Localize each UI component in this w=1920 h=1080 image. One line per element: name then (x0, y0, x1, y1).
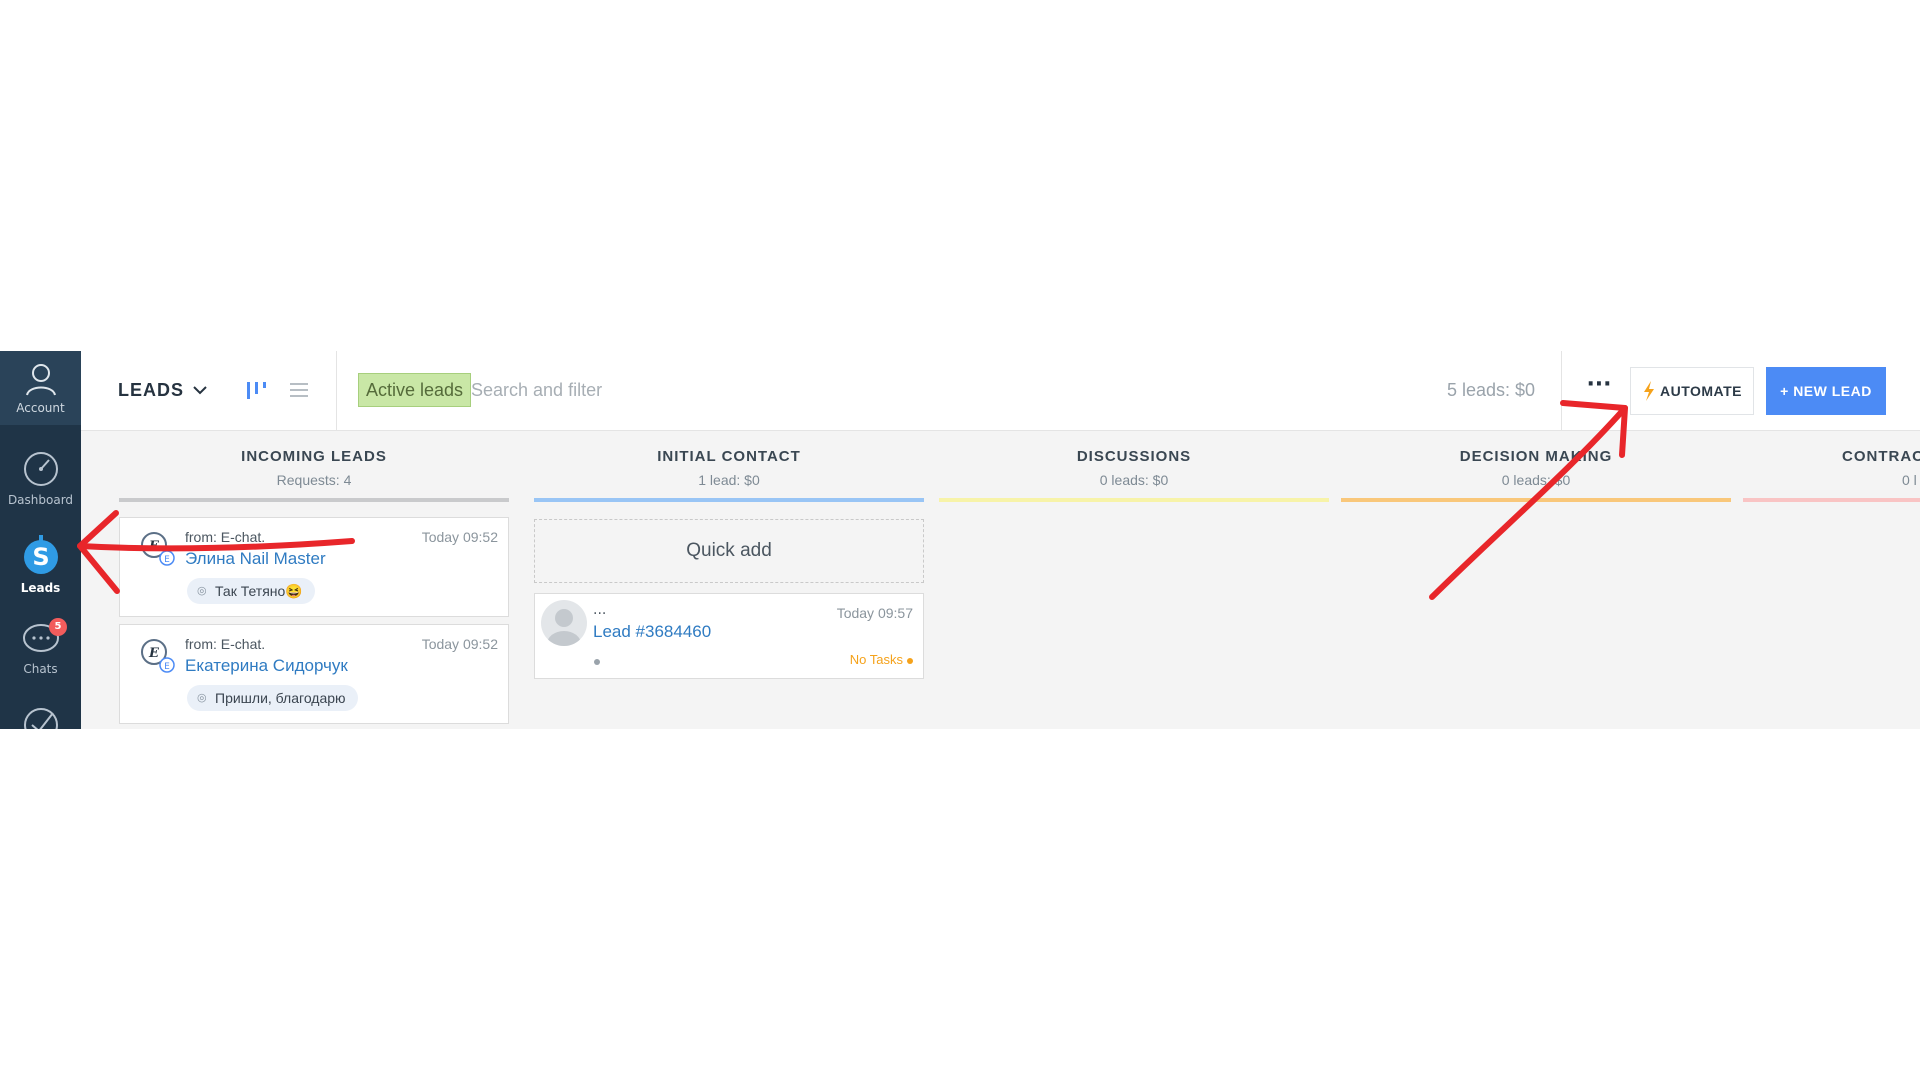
lead-source: from: E-chat. (185, 636, 266, 652)
account-icon (25, 364, 56, 396)
sidebar-item-tasks[interactable] (0, 705, 81, 729)
new-lead-label: + NEW LEAD (1780, 383, 1872, 399)
column-status-bar (939, 498, 1329, 502)
column-subtitle: 1 lead: $0 (698, 472, 760, 488)
top-bar: LEADS Active leads 5 leads: $0 ··· AUTOM… (81, 351, 1920, 431)
column-subtitle: 0 l (1902, 472, 1917, 488)
no-tasks-label[interactable]: No Tasks (850, 652, 903, 667)
column-title: DECISION MAKING (1459, 448, 1613, 465)
pipeline-view-icon[interactable] (245, 379, 267, 401)
lead-time: Today 09:52 (421, 636, 498, 652)
lead-card[interactable]: ... Today 09:57 Lead #3684460 No Tasks (534, 593, 924, 679)
lead-time: Today 09:52 (421, 529, 498, 545)
pin-icon: ◎ (197, 585, 207, 597)
page-title[interactable]: LEADS (118, 380, 184, 401)
lead-name-link[interactable]: Екатерина Сидорчук (185, 656, 348, 676)
column-title: INCOMING LEADS (241, 448, 387, 465)
column-title: CONTRACT (1842, 448, 1920, 465)
sidebar-item-label: Chats (23, 662, 58, 676)
sidebar-item-account[interactable]: Account (0, 351, 81, 425)
echat-source-icon: E E (141, 532, 175, 566)
pipeline-column-initial-contact: INITIAL CONTACT 1 lead: $0 Quick add ...… (534, 431, 924, 729)
echat-source-icon: E E (141, 639, 175, 673)
pipeline-column-decision-making: DECISION MAKING 0 leads: $0 (1341, 431, 1731, 729)
column-title: DISCUSSIONS (1076, 448, 1192, 465)
message-preview[interactable]: ◎ Так Тетяно😆 (187, 578, 315, 604)
sidebar-item-label: Dashboard (7, 493, 74, 507)
pipeline-column-discussions: DISCUSSIONS 0 leads: $0 (939, 431, 1329, 729)
message-text: Пришли, благодарю (215, 690, 346, 706)
lightning-icon (1643, 381, 1654, 401)
lead-name-link[interactable]: Lead #3684460 (593, 622, 711, 642)
leads-summary: 5 leads: $0 (1447, 380, 1536, 400)
quick-add-button[interactable]: Quick add (534, 519, 924, 583)
leads-app: Account Dashboard S Leads 5 Chats LEADS … (0, 351, 1920, 729)
incoming-lead-card[interactable]: E E from: E-chat. Today 09:52 Екатерина … (119, 624, 509, 724)
sidebar-item-label: Leads (20, 581, 61, 595)
lead-company: ... (593, 602, 607, 618)
chats-badge: 5 (49, 618, 67, 636)
svg-text:S: S (32, 543, 49, 571)
automate-label: AUTOMATE (1659, 383, 1743, 399)
column-subtitle: 0 leads: $0 (1501, 472, 1571, 488)
lead-source: from: E-chat. (185, 529, 266, 545)
svg-text:E: E (148, 646, 160, 661)
message-text: Так Тетяно😆 (215, 583, 303, 599)
sidebar-item-chats[interactable]: 5 Chats (0, 618, 81, 676)
status-dot (594, 659, 600, 665)
lead-time: Today 09:57 (836, 605, 913, 621)
more-options-button[interactable]: ··· (1581, 374, 1617, 405)
lead-name-link[interactable]: Элина Nail Master (185, 549, 326, 569)
column-subtitle: 0 leads: $0 (1099, 472, 1169, 488)
column-title: INITIAL CONTACT (657, 448, 801, 465)
chevron-down-icon[interactable] (191, 381, 209, 399)
sidebar-item-leads[interactable]: S Leads (0, 533, 81, 595)
leads-icon: S (23, 535, 58, 574)
avatar (541, 600, 587, 646)
new-lead-button[interactable]: + NEW LEAD (1766, 367, 1886, 415)
sidebar-item-dashboard[interactable]: Dashboard (0, 449, 81, 507)
svg-text:E: E (164, 555, 170, 565)
divider (336, 351, 337, 431)
incoming-lead-card[interactable]: E E from: E-chat. Today 09:52 Элина Nail… (119, 517, 509, 617)
column-subtitle: Requests: 4 (276, 472, 352, 488)
automate-button[interactable]: AUTOMATE (1630, 367, 1754, 415)
divider (1561, 351, 1562, 431)
sidebar: Account Dashboard S Leads 5 Chats (0, 351, 81, 729)
list-view-icon[interactable] (289, 381, 309, 399)
active-leads-filter[interactable]: Active leads (358, 373, 472, 407)
dashboard-icon (23, 452, 58, 486)
column-status-bar (534, 498, 924, 502)
avatar-placeholder-icon (547, 609, 581, 646)
column-status-bar (1743, 498, 1920, 502)
svg-text:E: E (148, 539, 160, 554)
search-input[interactable] (471, 373, 971, 407)
message-preview[interactable]: ◎ Пришли, благодарю (187, 685, 358, 711)
column-status-bar (119, 498, 509, 502)
pipeline-column-incoming: INCOMING LEADS Requests: 4 E E from: E-c… (119, 431, 509, 729)
pipeline-column-contract: CONTRACT 0 l (1743, 431, 1920, 729)
svg-text:E: E (164, 662, 170, 672)
task-status-dot (907, 658, 913, 664)
column-status-bar (1341, 498, 1731, 502)
pin-icon: ◎ (197, 692, 207, 704)
tasks-icon (23, 708, 58, 729)
sidebar-item-label: Account (16, 401, 65, 415)
